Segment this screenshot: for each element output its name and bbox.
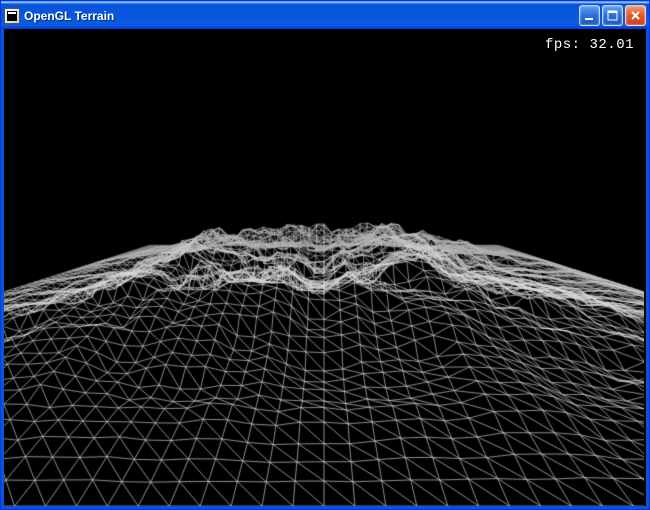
minimize-button[interactable] [579, 5, 600, 26]
titlebar[interactable]: OpenGL Terrain [1, 1, 649, 29]
application-window: OpenGL Terrain fp [0, 0, 650, 510]
opengl-viewport[interactable]: fps: 32.01 [4, 29, 646, 506]
console-icon [4, 8, 20, 24]
client-area: fps: 32.01 [1, 29, 649, 509]
fps-counter: fps: 32.01 [545, 37, 634, 53]
close-button[interactable] [625, 5, 646, 26]
maximize-button[interactable] [602, 5, 623, 26]
fps-label: fps: [545, 37, 581, 53]
window-controls [579, 5, 646, 26]
fps-value: 32.01 [589, 37, 634, 53]
terrain-wireframe [4, 29, 644, 508]
window-title: OpenGL Terrain [24, 9, 579, 23]
